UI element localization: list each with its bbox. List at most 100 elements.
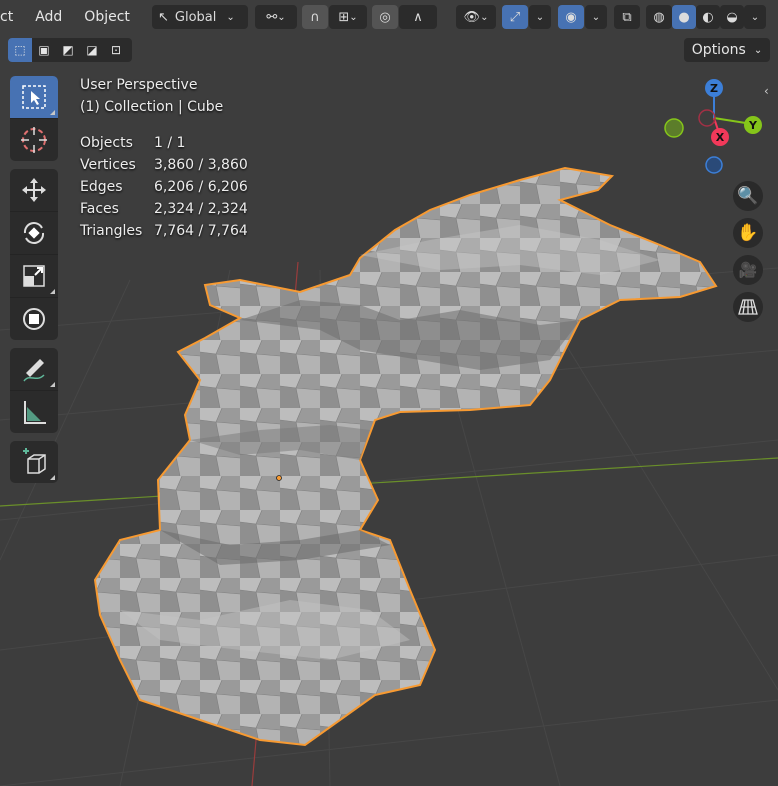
tool-scale[interactable] [10, 255, 58, 298]
select-subtract-button[interactable]: ◩ [56, 38, 80, 62]
axis-z-label: Z [710, 82, 718, 95]
menu-add[interactable]: Add [25, 9, 74, 25]
snap-toggle[interactable]: ∩ [302, 5, 328, 29]
proportional-edit-icon: ◎ [379, 9, 391, 25]
axis-neg-y-icon[interactable] [664, 118, 684, 138]
gizmo-dropdown[interactable]: ⌄ [529, 5, 551, 29]
tool-variants-indicator [50, 289, 55, 294]
cube-mesh[interactable] [93, 166, 718, 747]
grid-perspective-icon [738, 299, 758, 315]
axis-x-label: X [716, 131, 725, 144]
material-shading-button[interactable]: ◐ [696, 5, 720, 29]
overlay-toggle[interactable]: ◉ [558, 5, 584, 29]
zoom-button[interactable]: 🔍 [733, 181, 763, 211]
cursor-icon [21, 127, 47, 153]
snap-link-icon: ⚯ [266, 9, 278, 25]
tool-cursor[interactable] [10, 119, 58, 161]
measure-icon [24, 401, 46, 424]
axis-neg-x-icon[interactable] [698, 109, 716, 127]
stats-label: Objects [80, 135, 133, 151]
rendered-shading-button[interactable]: ◒ [720, 5, 744, 29]
wireframe-shading-button[interactable]: ◍ [646, 5, 672, 29]
stats-row: Vertices 3,860 / 3,860 [80, 154, 248, 176]
overlay-dropdown[interactable]: ⌄ [585, 5, 607, 29]
stats-label: Triangles [80, 223, 143, 239]
tool-settings-bar: ⬚ ▣ ◩ ◪ ⊡ Options ⌄ [0, 36, 778, 64]
gizmo-toggle[interactable]: ⤢ [502, 5, 528, 29]
solid-shading-button[interactable]: ● [672, 5, 696, 29]
stats-label: Faces [80, 201, 119, 217]
tool-annotate[interactable] [10, 348, 58, 391]
select-extend-button[interactable]: ▣ [32, 38, 56, 62]
tool-variants-indicator [50, 475, 55, 480]
navigation-gizmo[interactable]: Z Y X [660, 78, 772, 178]
rendered-shading-icon: ◒ [726, 9, 738, 25]
stats-value: 2,324 / 2,324 [154, 201, 248, 217]
xray-icon: ⧉ [622, 9, 632, 25]
shading-dropdown[interactable]: ⌄ [744, 5, 766, 29]
snap-magnet-icon: ∩ [310, 9, 320, 25]
select-invert-button[interactable]: ◪ [80, 38, 104, 62]
gizmo-icon: ⤢ [509, 9, 521, 25]
tool-group-annotate [10, 348, 58, 433]
object-origin [276, 475, 282, 481]
select-new-button[interactable]: ⬚ [8, 38, 32, 62]
tool-move[interactable] [10, 169, 58, 212]
rotate-icon [23, 222, 45, 244]
sidebar-expand-icon[interactable]: ‹ [764, 84, 769, 98]
orientation-icon: ↖ [158, 9, 169, 25]
falloff-icon: ∧ [413, 9, 423, 25]
snap-increment-icon: ⊞ [338, 9, 350, 25]
visibility-dropdown[interactable]: 👁 ⌄ [456, 5, 496, 29]
menu-item-0[interactable]: ct [0, 9, 25, 25]
collection-object-label: (1) Collection | Cube [80, 99, 224, 115]
stats-label: Edges [80, 179, 123, 195]
tool-select-box[interactable] [10, 76, 58, 119]
xray-toggle[interactable]: ⧉ [614, 5, 640, 29]
select-box-icon [22, 85, 46, 109]
chevron-down-icon: ⌄ [349, 11, 358, 23]
select-subtract-icon: ◩ [62, 43, 74, 57]
transform-orientation-label: Global [174, 9, 217, 25]
stats-value: 1 / 1 [154, 135, 186, 151]
chevron-down-icon: ⌄ [535, 11, 545, 23]
stats-value: 3,860 / 3,860 [154, 157, 248, 173]
tool-rotate[interactable] [10, 212, 58, 255]
camera-view-button[interactable]: 🎥 [733, 255, 763, 285]
select-invert-icon: ◪ [86, 43, 98, 57]
annotate-icon [23, 359, 45, 382]
stats-value: 7,764 / 7,764 [154, 223, 248, 239]
stats-row: Triangles 7,764 / 7,764 [80, 220, 248, 242]
tool-transform[interactable] [10, 298, 58, 340]
chevron-down-icon: ⌄ [753, 44, 763, 56]
select-new-icon: ⬚ [14, 43, 26, 57]
axis-y-label: Y [748, 119, 758, 132]
options-label: Options [691, 42, 746, 58]
stats-row: Edges 6,206 / 6,206 [80, 176, 248, 198]
select-mode-group: ⬚ ▣ ◩ ◪ ⊡ [8, 38, 132, 62]
overlay-icon: ◉ [565, 9, 577, 25]
pivot-point-dropdown[interactable]: ⚯ ⌄ [255, 5, 297, 29]
select-intersect-button[interactable]: ⊡ [104, 38, 128, 62]
chevron-down-icon: ⌄ [277, 11, 286, 23]
camera-icon: 🎥 [738, 261, 758, 279]
wireframe-shading-icon: ◍ [653, 9, 665, 25]
tool-measure[interactable] [10, 391, 58, 433]
axis-neg-z-icon[interactable] [705, 156, 723, 174]
menu-object[interactable]: Object [74, 9, 142, 25]
tool-group-transform [10, 169, 58, 340]
x-axis-line [0, 457, 778, 507]
snap-target-dropdown[interactable]: ⊞ ⌄ [329, 5, 367, 29]
proportional-edit-toggle[interactable]: ◎ [372, 5, 398, 29]
pan-button[interactable]: ✋ [733, 218, 763, 248]
transform-orientation-dropdown[interactable]: ↖ Global ⌄ [152, 5, 248, 29]
zoom-icon: 🔍 [737, 186, 759, 206]
options-dropdown[interactable]: Options ⌄ [684, 38, 770, 62]
stats-label: Vertices [80, 157, 136, 173]
proportional-falloff-dropdown[interactable]: ∧ [399, 5, 437, 29]
perspective-toggle-button[interactable] [733, 292, 763, 322]
tool-add-cube[interactable] [10, 441, 58, 483]
visibility-icon: 👁 [463, 9, 481, 25]
stats-row: Faces 2,324 / 2,324 [80, 198, 248, 220]
tool-shelf [10, 76, 58, 491]
